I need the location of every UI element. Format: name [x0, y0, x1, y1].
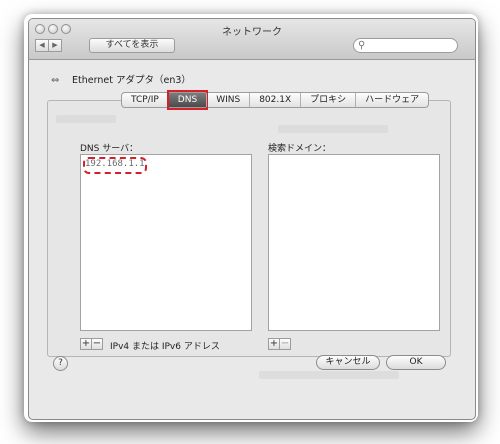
tab-hardware[interactable]: ハードウェア [355, 93, 428, 107]
cancel-button[interactable]: キャンセル [316, 355, 380, 370]
tab-bar: TCP/IP DNS WINS 802.1X プロキシ ハードウェア [121, 90, 430, 110]
ethernet-icon: ⇔ [51, 75, 60, 86]
ok-button[interactable]: OK [386, 355, 446, 370]
settings-panel: DNS サーバ： 192.168.1.1 検索ドメイン： + − IPv4 また… [47, 100, 451, 357]
tab-8021x[interactable]: 802.1X [249, 93, 300, 107]
network-window: ネットワーク ◀ ▶ すべてを表示 ⚲ ⇔ Ethernet アダプタ（en3）… [28, 18, 476, 420]
back-button[interactable]: ◀ [35, 39, 49, 52]
background-text [278, 125, 388, 133]
dns-address-hint: IPv4 または IPv6 アドレス [110, 342, 220, 352]
search-input[interactable]: ⚲ [353, 38, 458, 53]
dns-servers-label: DNS サーバ： [80, 144, 139, 154]
dns-add-remove: + − [80, 338, 103, 350]
titlebar: ネットワーク ◀ ▶ すべてを表示 ⚲ [29, 19, 475, 60]
search-domains-label: 検索ドメイン： [268, 144, 332, 154]
adapter-label: Ethernet アダプタ（en3） [72, 75, 191, 86]
search-icon: ⚲ [358, 40, 366, 51]
show-all-button[interactable]: すべてを表示 [89, 38, 175, 53]
forward-button[interactable]: ▶ [48, 39, 62, 52]
adapter-header: ⇔ Ethernet アダプタ（en3） [51, 72, 191, 86]
tab-dns[interactable]: DNS [166, 90, 209, 110]
tab-proxies[interactable]: プロキシ [300, 93, 355, 107]
search-domain-add-remove: + − [268, 338, 291, 350]
annotation-highlight [83, 157, 147, 174]
dns-remove-button[interactable]: − [91, 338, 103, 350]
dns-server-list[interactable]: 192.168.1.1 [80, 154, 252, 331]
search-domain-list[interactable] [268, 154, 440, 331]
help-button[interactable]: ? [53, 356, 68, 371]
search-domain-remove-button[interactable]: − [279, 338, 291, 350]
window-title: ネットワーク [222, 27, 282, 38]
background-text [56, 115, 116, 123]
tab-tcpip[interactable]: TCP/IP [122, 93, 168, 107]
tab-wins[interactable]: WINS [206, 93, 249, 107]
chevron-left-icon: ◀ [39, 41, 45, 49]
background-text [259, 371, 399, 379]
chevron-right-icon: ▶ [52, 41, 58, 49]
